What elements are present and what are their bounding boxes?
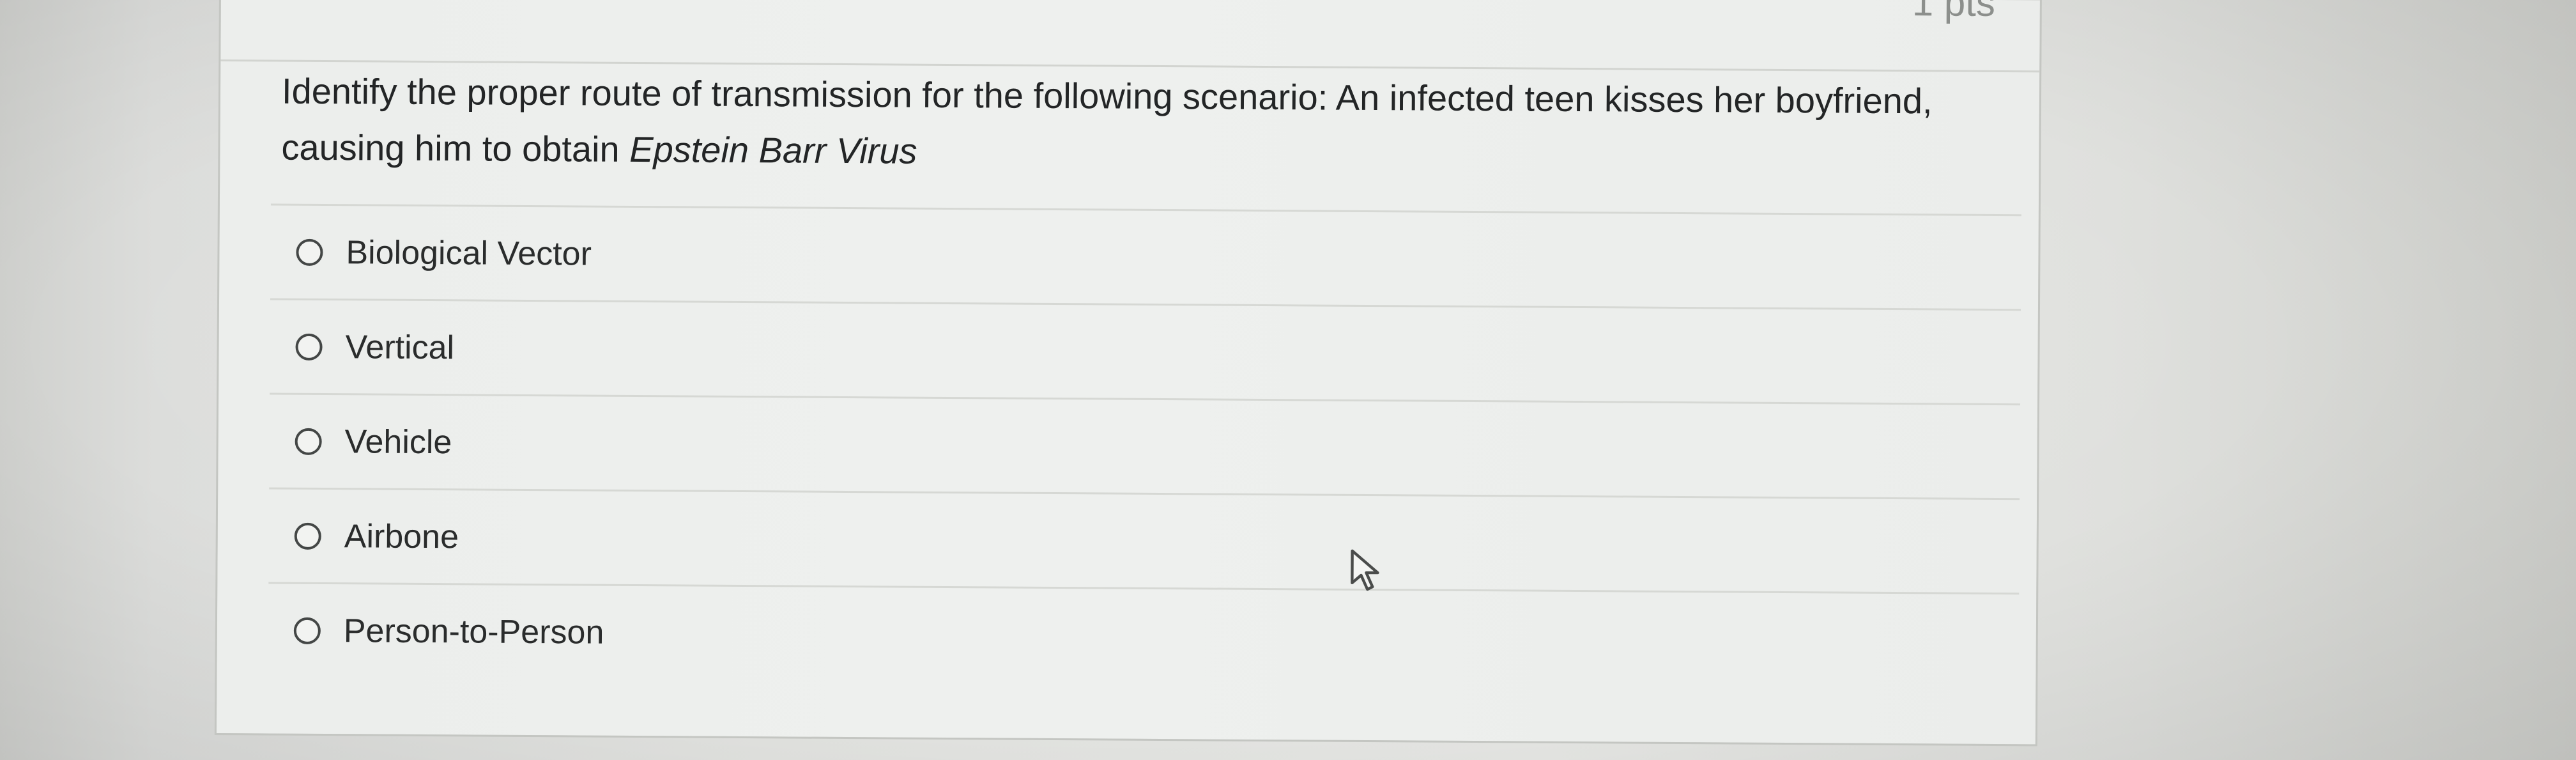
question-text: Identify the proper route of transmissio… [281,63,2007,186]
radio-unselected-icon[interactable] [293,617,321,644]
answer-label[interactable]: Person-to-Person [344,612,604,651]
answer-label[interactable]: Vertical [345,328,454,367]
answer-label[interactable]: Vehicle [344,423,452,461]
radio-unselected-icon[interactable] [295,333,323,361]
answer-option-vehicle[interactable]: Vehicle [269,392,2021,499]
question-header: 1 pts [220,0,2040,73]
question-prompt: Identify the proper route of transmissio… [281,70,1933,169]
answer-label[interactable]: Airbone [344,517,459,556]
answer-option-airbone[interactable]: Airbone [268,487,2020,593]
answer-option-person-to-person[interactable]: Person-to-Person [268,582,2020,688]
radio-unselected-icon[interactable] [294,522,321,550]
mouse-pointer-icon [1351,549,1379,591]
radio-unselected-icon[interactable] [295,428,322,455]
answer-label[interactable]: Biological Vector [346,233,592,273]
points-label: 1 pts [1912,0,1996,24]
question-emphasis: Epstein Barr Virus [629,128,917,171]
answer-options: Biological Vector Vertical Vehicle Airbo… [268,203,2021,688]
radio-unselected-icon[interactable] [296,238,323,266]
answer-option-vertical[interactable]: Vertical [270,298,2021,404]
answer-option-biological-vector[interactable]: Biological Vector [270,203,2021,309]
quiz-question-card: 1 pts Identify the proper route of trans… [214,0,2042,747]
